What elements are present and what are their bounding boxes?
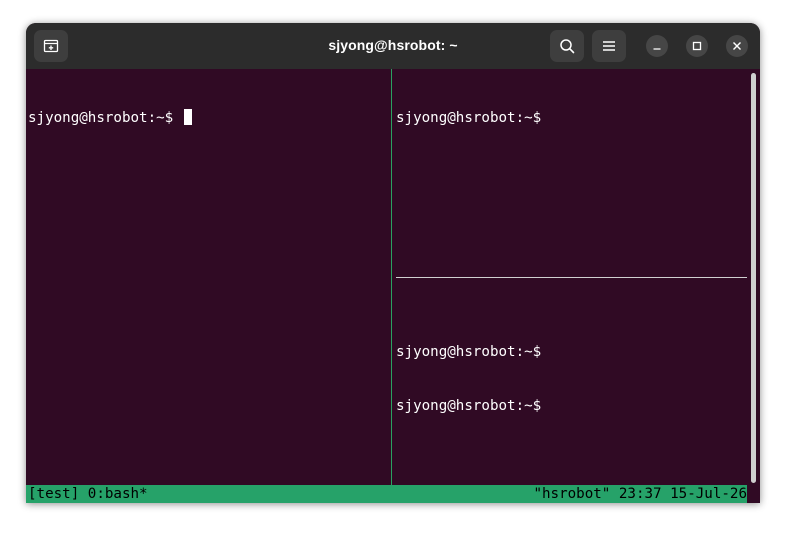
close-icon [733, 42, 741, 50]
close-button[interactable] [726, 35, 748, 57]
tmux-pane-right-bottom[interactable]: sjyong@hsrobot:~$ sjyong@hsrobot:~$ [396, 307, 748, 451]
pane-divider-vertical[interactable] [391, 69, 392, 485]
pane-divider-horizontal[interactable] [396, 277, 747, 278]
minimize-button[interactable] [646, 35, 668, 57]
terminal-window: sjyong@hsrobot: ~ sjyong@hsrobot:~$ sjyo… [26, 23, 760, 503]
shell-prompt: sjyong@hsrobot:~$ [28, 110, 182, 126]
maximize-icon [692, 41, 702, 51]
terminal-line: sjyong@hsrobot:~$ [396, 344, 542, 360]
search-button[interactable] [550, 30, 584, 62]
terminal-line: sjyong@hsrobot:~$ [396, 110, 542, 126]
scrollbar[interactable] [751, 73, 756, 483]
minimize-icon [653, 48, 661, 50]
text-cursor [183, 109, 192, 125]
terminal-line: sjyong@hsrobot:~$ [396, 398, 542, 414]
hamburger-menu-icon [603, 41, 615, 51]
search-icon [560, 39, 575, 54]
status-host-time: "hsrobot" 23:37 15-Jul-26 [533, 486, 747, 502]
tmux-pane-right-top[interactable]: sjyong@hsrobot:~$ [396, 73, 748, 163]
terminal-line: sjyong@hsrobot:~$ [28, 109, 390, 127]
maximize-button[interactable] [686, 35, 708, 57]
tmux-pane-left[interactable]: sjyong@hsrobot:~$ [28, 73, 390, 163]
tmux-status-bar: [test] 0:bash* "hsrobot" 23:37 15-Jul-26 [26, 485, 747, 503]
terminal-area[interactable]: sjyong@hsrobot:~$ sjyong@hsrobot:~$ sjyo… [26, 69, 760, 503]
status-session-window: [test] 0:bash* [28, 486, 148, 502]
title-bar: sjyong@hsrobot: ~ [26, 23, 760, 69]
menu-button[interactable] [592, 30, 626, 62]
